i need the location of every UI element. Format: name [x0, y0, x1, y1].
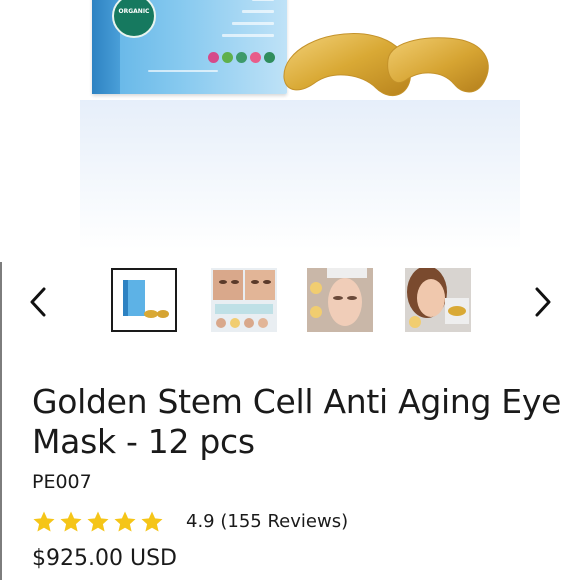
rating-value: 4.9 [186, 511, 215, 532]
badge-icon [222, 52, 233, 63]
star-icon [114, 511, 136, 532]
badge-icon [236, 52, 247, 63]
star-rating[interactable] [32, 510, 167, 536]
product-box-thumbnail[interactable] [111, 268, 177, 332]
star-icon [141, 511, 163, 532]
product-sku: PE007 [32, 471, 92, 493]
badge-icon [250, 52, 261, 63]
chevron-left-icon [30, 287, 46, 317]
badge-icon [208, 52, 219, 63]
woman-applying-mask-thumbnail[interactable] [307, 268, 373, 332]
hero-product-image[interactable]: ORGANIC [0, 0, 580, 262]
rating-summary[interactable]: 4.9 (155 Reviews) [186, 511, 348, 532]
star-icon [87, 511, 109, 532]
chevron-right-icon [535, 287, 551, 317]
carousel-prev-button[interactable] [28, 285, 50, 319]
star-icon [60, 511, 82, 532]
product-title: Golden Stem Cell Anti Aging Eye Mask - 1… [32, 382, 562, 461]
before-after-thumbnail[interactable] [211, 268, 277, 332]
carousel-next-button[interactable] [531, 285, 553, 319]
woman-holding-mask-thumbnail[interactable] [405, 268, 471, 332]
reviews-count: (155 Reviews) [220, 511, 349, 532]
image-reflection [80, 100, 520, 250]
gold-eye-mask-right [387, 37, 489, 93]
product-price: $925.00 USD [32, 546, 177, 571]
star-icon [33, 511, 55, 532]
badge-icon [264, 52, 275, 63]
